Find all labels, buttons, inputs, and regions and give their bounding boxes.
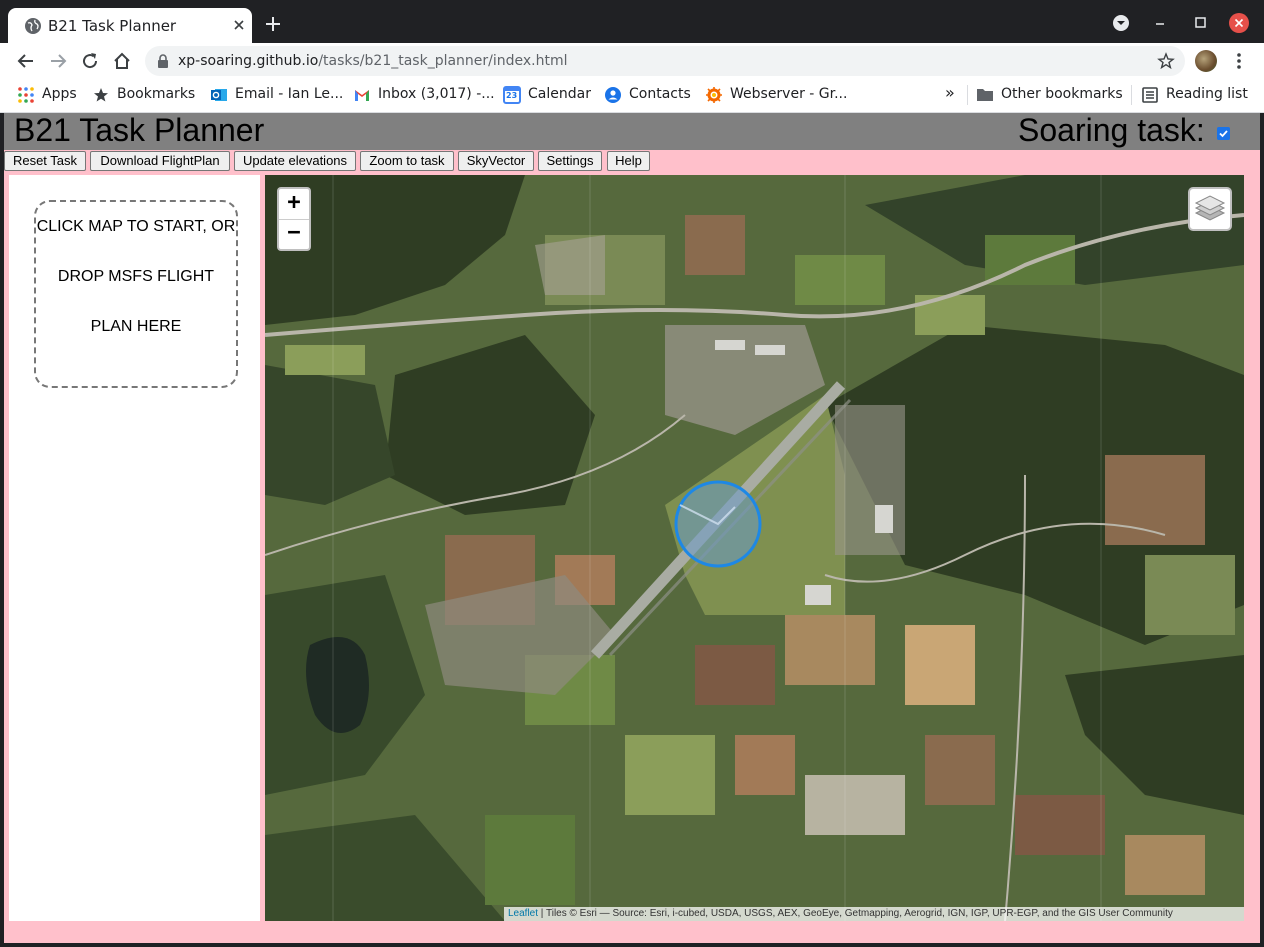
reading-list-icon — [1142, 87, 1158, 103]
page-content: B21 Task Planner Soaring task: Reset Tas… — [4, 113, 1260, 943]
url-path: /tasks/b21_task_planner/index.html — [318, 53, 568, 69]
bookmarks-separator — [967, 85, 968, 105]
zoom-to-task-button[interactable]: Zoom to task — [360, 151, 454, 171]
update-elevations-button[interactable]: Update elevations — [234, 151, 356, 171]
reload-icon[interactable] — [80, 51, 100, 71]
bookmark-label: Inbox (3,017) -... — [378, 86, 495, 102]
other-bookmarks[interactable]: Other bookmarks — [976, 85, 1126, 105]
layers-icon — [1194, 195, 1226, 221]
calendar-day: 23 — [506, 91, 518, 100]
bookmark-email[interactable]: Email - Ian Le... — [210, 85, 345, 105]
bookmark-contacts[interactable]: Contacts — [604, 85, 694, 105]
satellite-map[interactable]: + − Leaflet | Tiles © Esri — Source: Esr… — [265, 175, 1244, 921]
dropzone-line-1: CLICK MAP TO START, OR — [36, 218, 236, 235]
contacts-icon — [605, 87, 621, 103]
menu-kebab-icon[interactable] — [1236, 52, 1242, 70]
apps-grid-icon — [18, 87, 34, 103]
reset-task-button[interactable]: Reset Task — [4, 151, 86, 171]
attribution-text: | Tiles © Esri — Source: Esri, i-cubed, … — [538, 908, 1173, 919]
back-icon[interactable] — [16, 51, 36, 71]
zoom-control: + − — [277, 187, 311, 251]
bookmark-label: Apps — [42, 86, 77, 102]
star-icon — [94, 88, 108, 102]
folder-icon — [977, 89, 993, 101]
forward-icon[interactable] — [48, 51, 68, 71]
skyvector-button[interactable]: SkyVector — [458, 151, 534, 171]
zoom-in-button[interactable]: + — [279, 189, 309, 220]
tab-strip: B21 Task Planner — [0, 0, 1264, 43]
globe-icon — [25, 18, 41, 34]
reading-list[interactable]: Reading list — [1141, 85, 1251, 105]
address-bar[interactable]: xp-soaring.github.io/tasks/b21_task_plan… — [145, 46, 1185, 76]
profile-avatar[interactable] — [1195, 50, 1217, 72]
url-text[interactable]: xp-soaring.github.io/tasks/b21_task_plan… — [178, 53, 568, 69]
soaring-task-checkbox[interactable] — [1217, 127, 1230, 140]
left-panel: CLICK MAP TO START, OR DROP MSFS FLIGHT … — [9, 175, 260, 921]
bookmarks-overflow-button[interactable]: » — [945, 83, 955, 103]
settings-button[interactable]: Settings — [538, 151, 602, 171]
bookmark-bookmarks[interactable]: Bookmarks — [92, 85, 202, 105]
bookmark-label: Reading list — [1166, 86, 1248, 102]
lock-icon[interactable] — [157, 54, 169, 68]
bookmarks-separator — [1131, 85, 1132, 105]
bookmark-label: Email - Ian Le... — [235, 86, 344, 102]
leaflet-link[interactable]: Leaflet — [508, 908, 538, 919]
tab-close-icon[interactable] — [230, 16, 248, 34]
dropzone-line-2: DROP MSFS FLIGHT — [57, 268, 215, 285]
soaring-task-label: Soaring task: — [1018, 113, 1205, 148]
bookmark-inbox[interactable]: Inbox (3,017) -... — [353, 85, 495, 105]
tab-search-icon[interactable] — [1110, 12, 1132, 34]
gmail-icon — [355, 90, 369, 101]
bookmark-label: Other bookmarks — [1001, 86, 1123, 102]
bookmarks-bar: Apps Bookmarks Email - Ian Le... Inbox (… — [0, 79, 1264, 113]
bookmark-apps[interactable]: Apps — [17, 85, 87, 105]
page-title: B21 Task Planner — [14, 113, 265, 148]
webserver-icon — [706, 87, 722, 103]
home-icon[interactable] — [112, 51, 132, 71]
flightplan-dropzone[interactable]: CLICK MAP TO START, OR DROP MSFS FLIGHT … — [34, 200, 238, 388]
bookmark-webserver[interactable]: Webserver - Gr... — [705, 85, 850, 105]
bookmark-label: Calendar — [528, 86, 591, 102]
bookmark-label: Webserver - Gr... — [730, 86, 848, 102]
bookmark-star-icon[interactable] — [1157, 52, 1175, 70]
url-host: xp-soaring.github.io — [178, 53, 319, 69]
map-attribution: Leaflet | Tiles © Esri — Source: Esri, i… — [504, 907, 1244, 921]
dropzone-line-3: PLAN HERE — [90, 318, 182, 335]
help-button[interactable]: Help — [607, 151, 650, 171]
bookmark-label: Contacts — [629, 86, 691, 102]
tab-title: B21 Task Planner — [48, 17, 177, 35]
browser-toolbar: xp-soaring.github.io/tasks/b21_task_plan… — [0, 43, 1264, 79]
outlook-icon — [211, 89, 227, 101]
maximize-icon[interactable] — [1189, 12, 1211, 34]
minimize-icon[interactable] — [1149, 12, 1171, 34]
close-window-icon[interactable] — [1228, 12, 1250, 34]
browser-window: B21 Task Planner xp-soaring.github.io/ta… — [0, 0, 1264, 947]
download-flightplan-button[interactable]: Download FlightPlan — [90, 151, 230, 171]
zoom-out-button[interactable]: − — [279, 219, 309, 249]
browser-tab[interactable]: B21 Task Planner — [8, 8, 252, 43]
bookmark-label: Bookmarks — [117, 86, 196, 102]
bookmark-calendar[interactable]: 23 Calendar — [503, 85, 593, 105]
layers-control-button[interactable] — [1188, 187, 1232, 231]
new-tab-icon[interactable] — [264, 15, 282, 33]
satellite-imagery[interactable] — [265, 175, 1244, 921]
app-header: B21 Task Planner Soaring task: — [4, 113, 1260, 150]
